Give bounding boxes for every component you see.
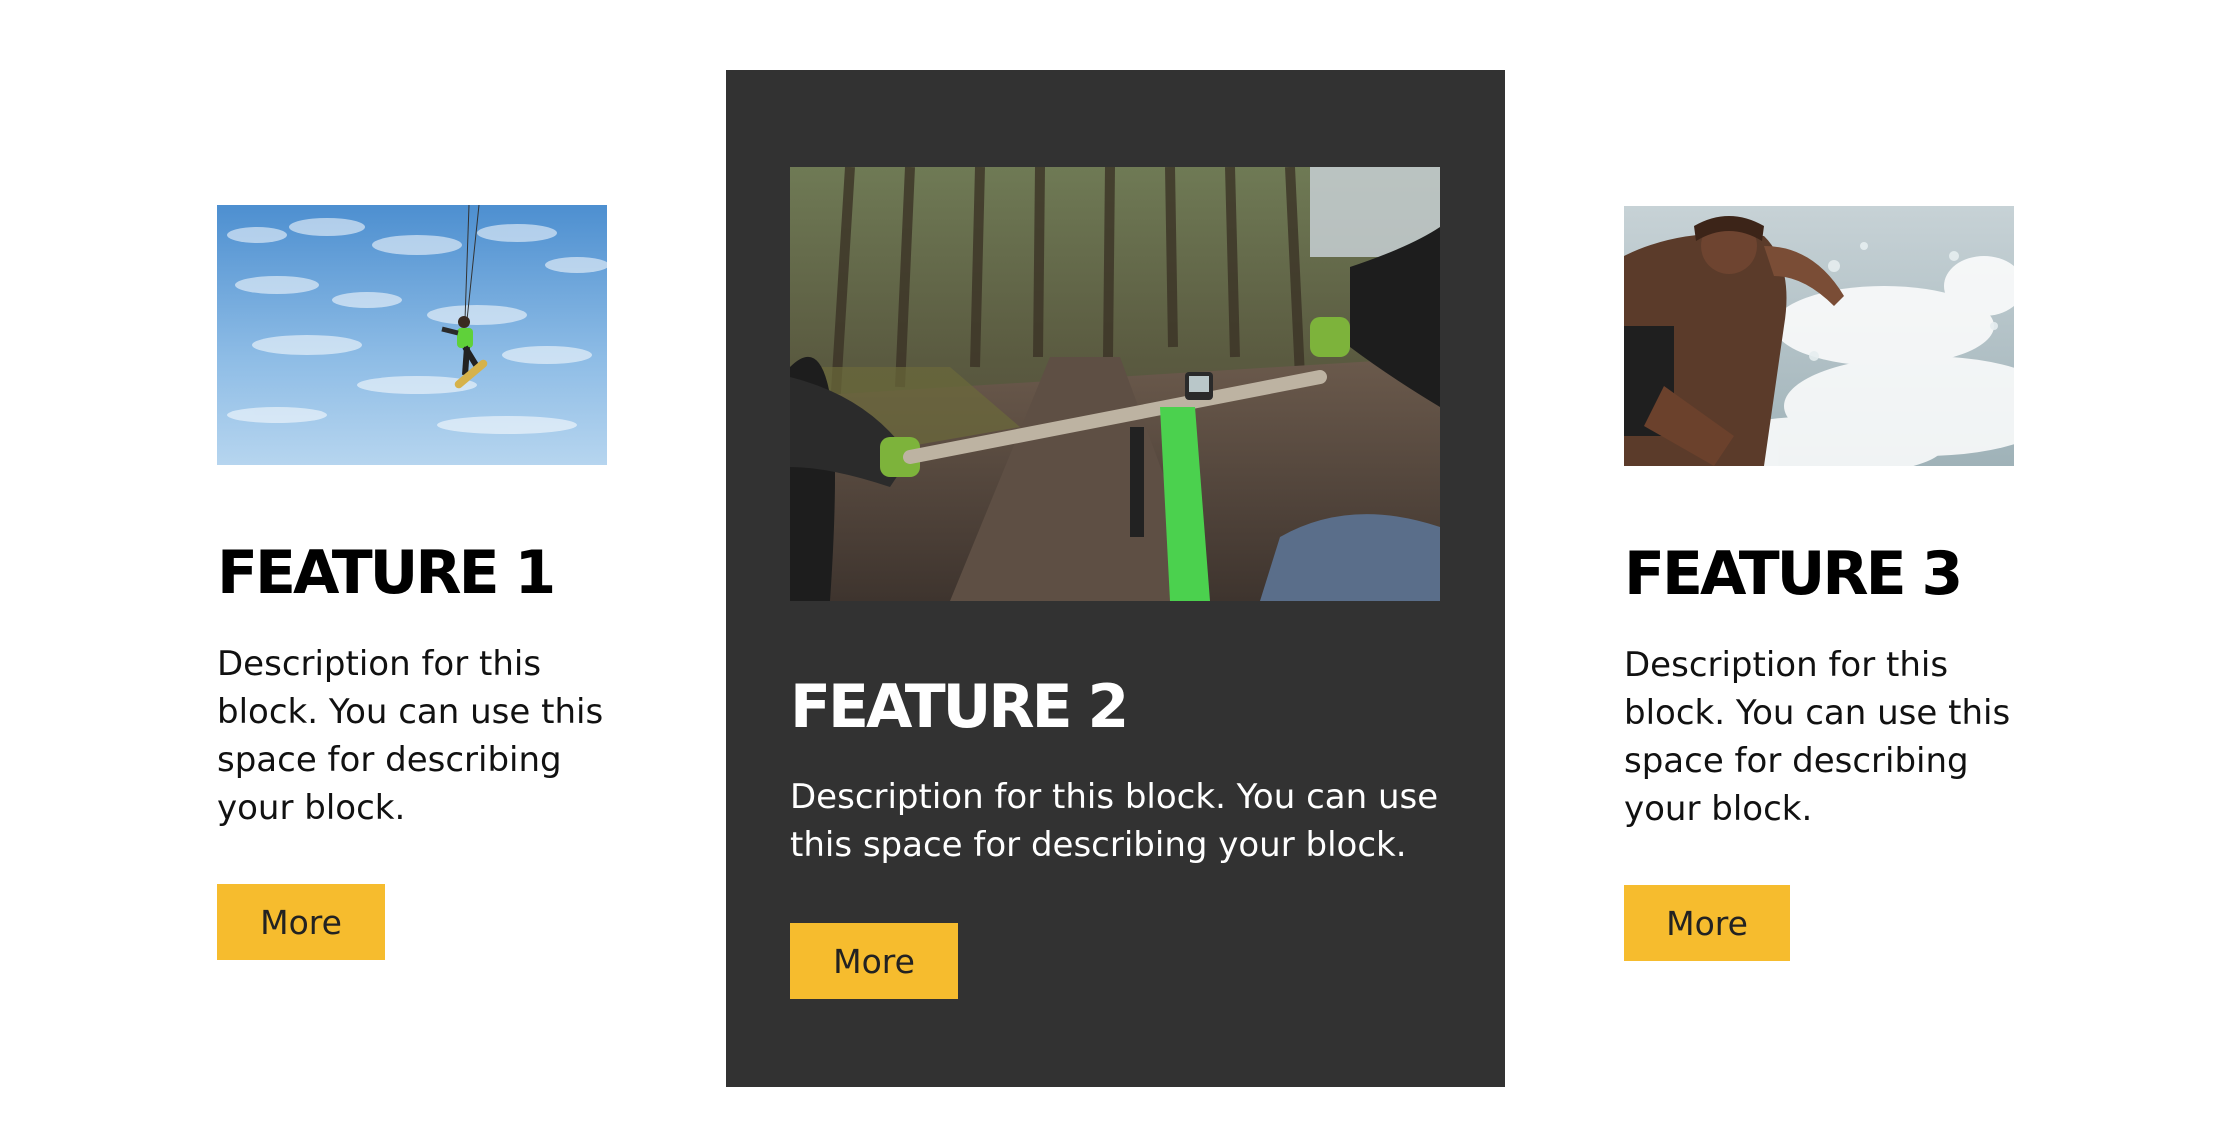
feature-title: FEATURE 3 <box>1624 539 1963 609</box>
mountain-bike-photo <box>790 167 1440 601</box>
more-button[interactable]: More <box>1624 885 1790 961</box>
feature-card-1: FEATURE 1 Description for this block. Yo… <box>217 205 607 960</box>
features-section: FEATURE 1 Description for this block. Yo… <box>0 0 2238 1144</box>
feature-title: FEATURE 2 <box>790 672 1129 742</box>
feature-title: FEATURE 1 <box>217 538 556 608</box>
more-button[interactable]: More <box>790 923 958 999</box>
feature-card-2: FEATURE 2 Description for this block. Yo… <box>726 70 1505 1087</box>
more-button[interactable]: More <box>217 884 385 960</box>
feature-description: Description for this block. You can use … <box>1624 645 2011 829</box>
feature-description: Description for this block. You can use … <box>790 777 1439 865</box>
feature-card-3: FEATURE 3 Description for this block. Yo… <box>1624 206 2014 961</box>
surfer-photo <box>1624 206 2014 466</box>
kiteboarder-photo <box>217 205 607 465</box>
feature-description: Description for this block. You can use … <box>217 644 604 828</box>
